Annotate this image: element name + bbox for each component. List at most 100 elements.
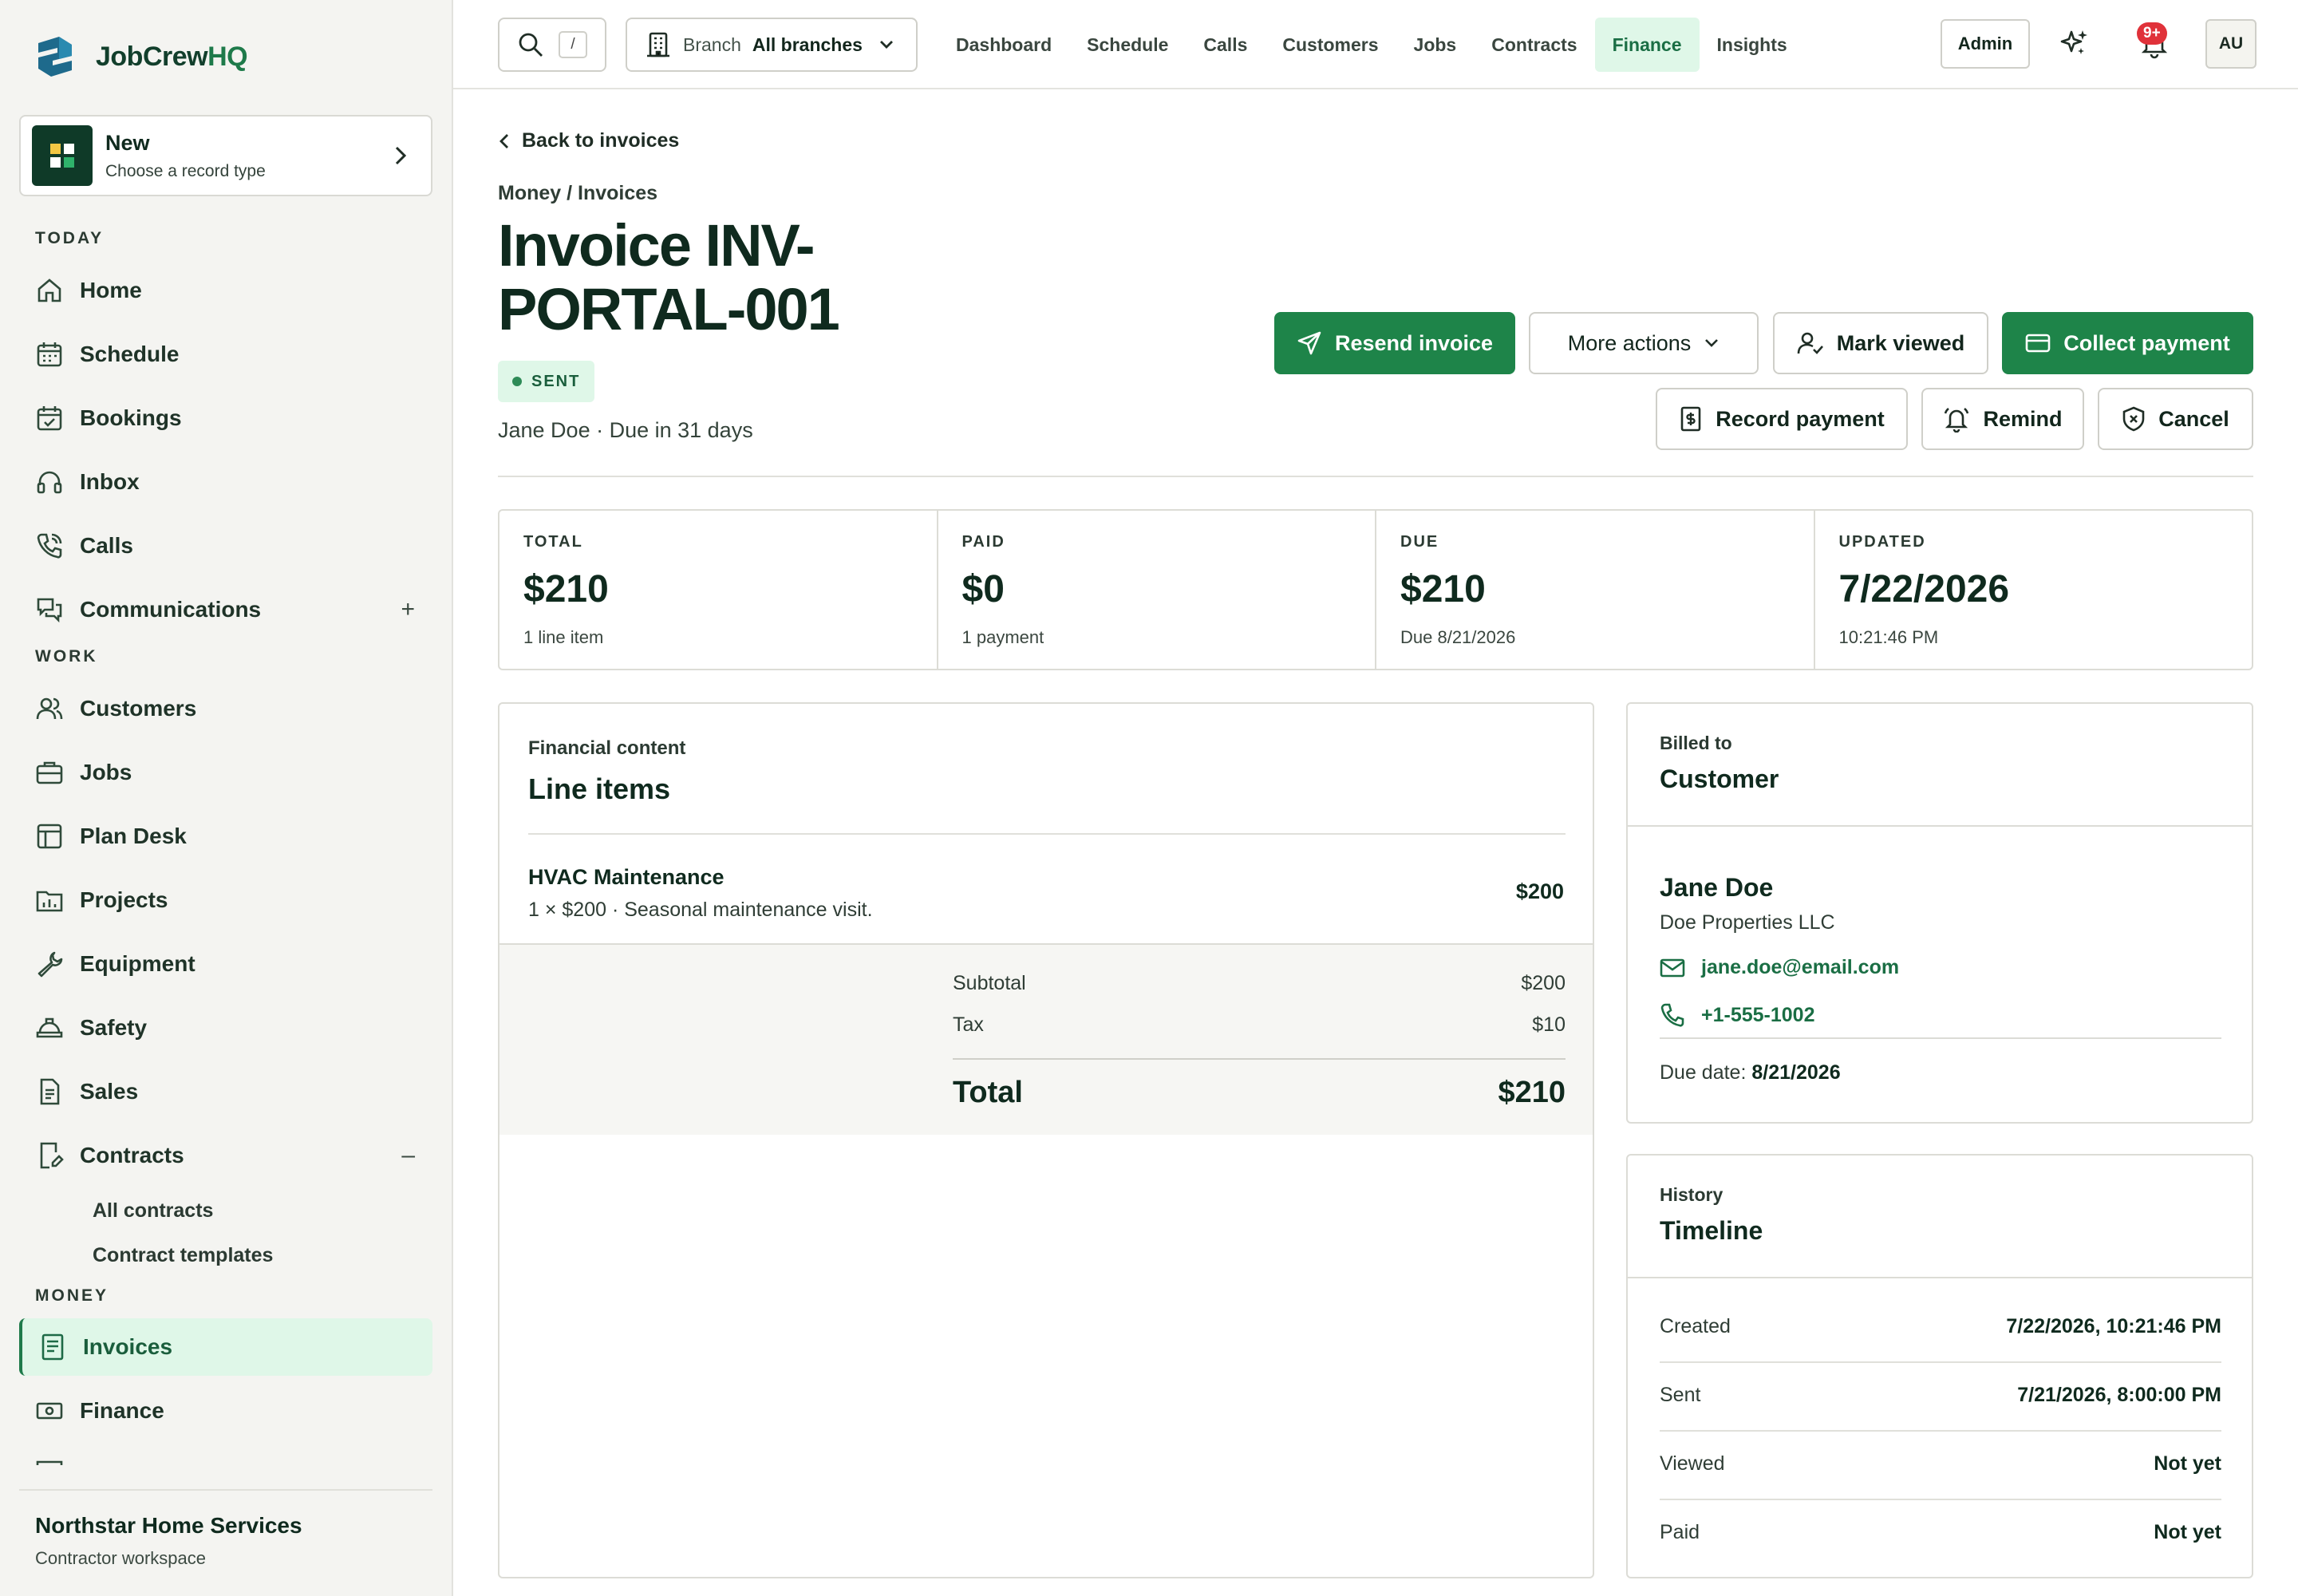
subtotal-value: $200 [1521,972,1566,994]
customer-phone-link[interactable]: +1-555-1002 [1660,1002,1814,1028]
timeline-row-viewed: Viewed Not yet [1660,1452,2221,1475]
nav-jobs[interactable]: Jobs [1396,18,1475,72]
sidebar-subitem-all-contracts[interactable]: All contracts [93,1199,213,1223]
calendar-icon [37,342,62,367]
sidebar-item-label: Jobs [80,760,132,784]
sidebar-item-home[interactable]: Home [19,262,432,319]
brand-logo[interactable]: JobCrewHQ [32,34,248,80]
cancel-invoice-button[interactable]: Cancel [2098,388,2253,450]
sidebar-item-schedule[interactable]: Schedule [19,326,432,383]
section-money: MONEY [35,1286,109,1305]
record-payment-button[interactable]: Record payment [1656,388,1908,450]
document-icon [40,1078,60,1105]
mark-viewed-button[interactable]: Mark viewed [1773,312,1988,374]
sidebar-item-projects[interactable]: Projects [19,871,432,929]
status-dot [512,377,522,386]
sidebar-subitem-contract-templates[interactable]: Contract templates [93,1244,273,1267]
card-eyebrow: Billed to [1660,733,1732,753]
admin-button[interactable]: Admin [1941,19,2030,69]
sidebar-item-safety[interactable]: Safety [19,999,432,1057]
expand-toggle[interactable]: + [401,596,415,623]
nav-insights[interactable]: Insights [1700,18,1805,72]
sidebar-item-label: Home [80,278,142,302]
credit-card-icon [2025,334,2051,353]
stat-value: 7/22/2026 [1838,568,2010,610]
resend-invoice-button[interactable]: Resend invoice [1274,312,1515,374]
sparkle-icon[interactable] [2059,27,2091,59]
line-items-panel: Financial content Line items HVAC Mainte… [498,702,1594,1578]
card-title: Timeline [1660,1216,1763,1245]
sidebar: JobCrewHQ New Choose a record type TODAY… [0,0,453,1596]
sidebar-item-jobs[interactable]: Jobs [19,744,432,801]
receipt-icon [41,1333,64,1361]
layout-icon [37,824,62,849]
line-item-description: 1 × $200 · Seasonal maintenance visit. [528,899,873,921]
sidebar-item-sales[interactable]: Sales [19,1063,432,1120]
collapse-toggle[interactable]: – [401,1142,415,1169]
nav-contracts[interactable]: Contracts [1474,18,1594,72]
search-button[interactable]: / [498,18,606,72]
customer-company: Doe Properties LLC [1660,911,1835,934]
sidebar-item-plan-desk[interactable]: Plan Desk [19,808,432,865]
due-date-value: 8/21/2026 [1751,1061,1841,1084]
sidebar-item-label: Invoices [83,1334,173,1359]
sidebar-item-contracts[interactable]: Contracts – [19,1127,432,1184]
sidebar-item-calls[interactable]: Calls [19,517,432,575]
customer-name[interactable]: Jane Doe [1660,873,1773,903]
customer-email-link[interactable]: jane.doe@email.com [1660,956,1899,979]
sidebar-item-label: Inbox [80,469,140,494]
shield-x-icon [2122,406,2145,432]
stat-label: TOTAL [523,533,583,551]
user-avatar[interactable]: AU [2205,19,2257,69]
stat-subtext: 1 payment [961,627,1044,647]
sidebar-item-invoices[interactable]: Invoices [19,1318,432,1376]
workspace-name: Northstar Home Services [35,1513,302,1538]
folder-chart-icon [36,891,63,912]
back-link-label: Back to invoices [522,129,680,152]
phone-call-icon [37,533,62,559]
stat-value: $210 [1400,568,1486,610]
collect-payment-button[interactable]: Collect payment [2002,312,2253,374]
more-actions-dropdown[interactable]: More actions [1529,312,1759,374]
stat-due: DUE $210 Due 8/21/2026 [1376,511,1815,669]
tax-label: Tax [953,1013,984,1036]
user-check-icon [1797,332,1823,354]
sidebar-item-label: Contracts [80,1143,184,1167]
sidebar-item-label: Projects [80,887,168,912]
branch-select[interactable]: Branch All branches [626,18,918,72]
tax-value: $10 [1532,1013,1566,1036]
chevron-right-icon [395,146,407,165]
sidebar-item-label: Communications [80,597,262,622]
remind-button[interactable]: Remind [1921,388,2084,450]
workspace-switcher[interactable]: Northstar Home Services Contractor works… [19,1489,432,1569]
new-record-button[interactable]: New Choose a record type [19,115,432,196]
top-nav: Dashboard Schedule Calls Customers Jobs … [938,18,1805,72]
sidebar-item-label: Safety [80,1015,148,1040]
sidebar-item-label: Sales [80,1079,139,1104]
sidebar-item-equipment[interactable]: Equipment [19,935,432,993]
hard-hat-icon [36,1017,63,1038]
new-record-title: New [105,130,150,155]
stat-subtext: Due 8/21/2026 [1400,627,1516,647]
sidebar-item-label: Calls [80,533,133,558]
nav-calls[interactable]: Calls [1186,18,1265,72]
sidebar-item-customers[interactable]: Customers [19,680,432,737]
headset-icon [37,471,62,494]
nav-dashboard[interactable]: Dashboard [938,18,1069,72]
panel-eyebrow: Financial content [528,737,686,759]
chevron-down-icon [1705,339,1719,347]
branch-value: All branches [752,34,863,55]
sidebar-item-inbox[interactable]: Inbox [19,453,432,511]
nav-schedule[interactable]: Schedule [1069,18,1186,72]
stat-value: $0 [961,568,1005,610]
divider [1628,1277,2252,1278]
sidebar-item-finance[interactable]: Finance [19,1382,432,1440]
nav-customers[interactable]: Customers [1265,18,1396,72]
sidebar-item-communications[interactable]: Communications + [19,581,432,638]
nav-finance[interactable]: Finance [1594,18,1700,72]
card-title: Customer [1660,764,1779,793]
total-row: Total $210 [953,1076,1566,1110]
sidebar-item-bookings[interactable]: Bookings [19,389,432,447]
page-title: Invoice INV-PORTAL-001 [498,212,840,342]
back-link[interactable]: Back to invoices [498,129,679,152]
